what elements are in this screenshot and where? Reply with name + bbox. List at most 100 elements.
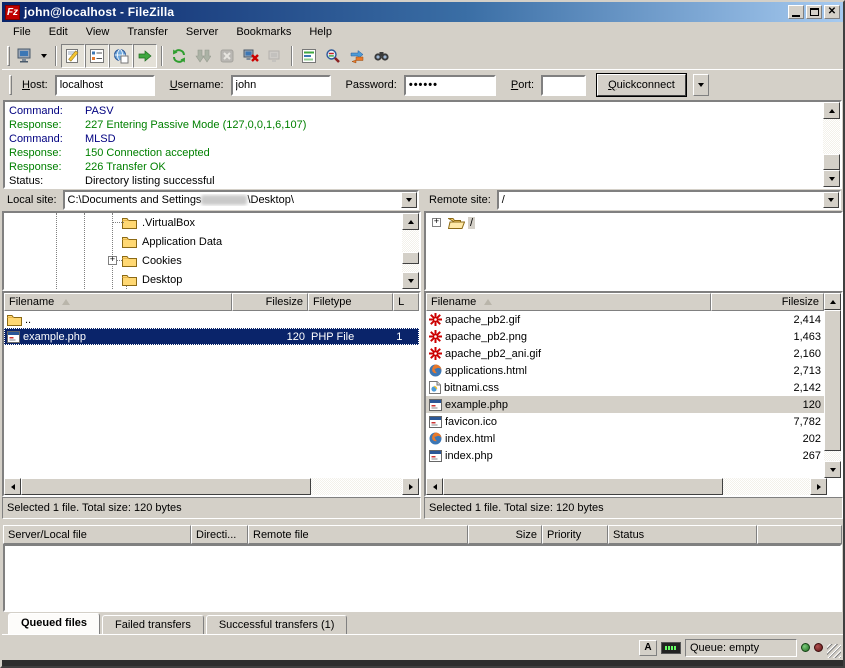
scrollbar-thumb[interactable] [21,478,311,495]
remote-tree-area[interactable]: + / [426,213,841,289]
resize-grip[interactable] [827,644,841,658]
table-row[interactable]: applications.html 2,713 [426,362,824,379]
table-row[interactable]: index.php 267 [426,447,824,464]
tree-item-label[interactable]: Cookies [140,255,184,267]
maximize-button[interactable] [806,5,822,19]
scroll-left-button[interactable] [426,478,443,495]
toggle-remote-tree-button[interactable] [109,44,133,68]
column-header-filename[interactable]: Filename [4,293,232,311]
tree-item-label[interactable]: / [468,217,475,229]
username-input[interactable] [231,75,331,96]
column-header-priority[interactable]: Priority [542,525,608,544]
tree-item-label[interactable]: Desktop [140,274,184,286]
tree-item[interactable]: - Desktop [4,270,402,289]
table-row[interactable]: bitnami.css 2,142 [426,379,824,396]
tab-failed-transfers[interactable]: Failed transfers [102,615,204,634]
cancel-operation-button[interactable] [215,44,239,68]
scroll-down-button[interactable] [824,461,841,478]
table-row[interactable]: favicon.ico 7,782 [426,413,824,430]
disconnect-button[interactable] [239,44,263,68]
menu-view[interactable]: View [77,24,119,40]
table-row[interactable]: .. [4,311,419,328]
column-header-size[interactable]: Size [468,525,542,544]
column-header-direction[interactable]: Directi... [191,525,248,544]
synchronized-browsing-button[interactable] [345,44,369,68]
queue-list[interactable] [3,544,842,612]
scroll-down-button[interactable] [823,170,840,187]
toggle-local-tree-button[interactable] [85,44,109,68]
column-header-status[interactable]: Status [608,525,757,544]
column-header-filetype[interactable]: Filetype [308,293,393,311]
titlebar[interactable]: Fz john@localhost - FileZilla ✕ [2,2,843,22]
scrollbar-thumb[interactable] [402,252,419,264]
scroll-left-button[interactable] [4,478,21,495]
process-queue-button[interactable] [191,44,215,68]
table-row-selected-inactive[interactable]: example.php 120 [426,396,824,413]
menu-bookmarks[interactable]: Bookmarks [227,24,300,40]
local-tree-area[interactable]: .VirtualBox + Application Data [4,213,402,289]
table-row[interactable]: apache_pb2.gif 2,414 [426,311,824,328]
scroll-up-button[interactable] [402,213,419,230]
column-header-remote-file[interactable]: Remote file [248,525,468,544]
expand-plus-icon[interactable]: + [108,256,117,265]
menu-file[interactable]: File [4,24,40,40]
refresh-button[interactable] [167,44,191,68]
quickconnect-button[interactable]: Quickconnect [597,74,686,96]
remote-site-combo[interactable]: / [497,190,841,210]
tree-item[interactable]: Cookies [4,251,402,270]
tree-item[interactable]: + Application Data [4,232,402,251]
scroll-right-button[interactable] [810,478,827,495]
scrollbar-thumb[interactable] [824,310,841,451]
column-header-filename[interactable]: Filename [426,293,711,311]
remote-site-dropdown-button[interactable] [823,192,839,208]
scrollbar-thumb[interactable] [823,154,840,170]
scroll-down-button[interactable] [402,272,419,289]
quickconnect-dropdown-button[interactable] [693,74,709,96]
menu-edit[interactable]: Edit [40,24,77,40]
table-row[interactable]: apache_pb2.png 1,463 [426,328,824,345]
menu-server[interactable]: Server [177,24,227,40]
host-input[interactable] [55,75,155,96]
directory-listing-filters-button[interactable] [297,44,321,68]
local-horizontal-scrollbar[interactable] [4,478,419,495]
expand-plus-icon[interactable]: + [432,218,441,227]
scrollbar-thumb[interactable] [443,478,723,495]
local-site-combo[interactable]: C:\Documents and Settings\Desktop\ [63,190,419,210]
tab-successful-transfers[interactable]: Successful transfers (1) [206,615,348,634]
local-site-dropdown-button[interactable] [401,192,417,208]
site-manager-dropdown-button[interactable] [37,44,51,68]
tree-item-label[interactable]: .VirtualBox [140,217,197,229]
table-row[interactable]: apache_pb2_ani.gif 2,160 [426,345,824,362]
port-input[interactable] [541,75,586,96]
log-vertical-scrollbar[interactable] [823,102,840,187]
remote-list-vertical-scrollbar[interactable] [824,293,841,478]
scroll-up-button[interactable] [824,293,841,310]
speed-limits-icon[interactable] [661,642,681,654]
column-header-filesize[interactable]: Filesize [711,293,824,311]
tree-item[interactable]: + / [426,213,841,232]
column-header-lastmodified[interactable]: L [393,293,419,311]
column-header-server-local-file[interactable]: Server/Local file [3,525,191,544]
directory-comparison-button[interactable] [321,44,345,68]
table-row-selected[interactable]: example.php 120 PHP File 1 [4,328,419,345]
local-tree-vertical-scrollbar[interactable] [402,213,419,289]
transfer-type-ascii-icon[interactable]: A [639,640,657,656]
local-list-body[interactable]: .. example.php 120 PHP File 1 [4,311,419,478]
tab-queued-files[interactable]: Queued files [8,613,100,634]
column-header-filesize[interactable]: Filesize [232,293,308,311]
toggle-transfer-queue-button[interactable] [133,44,157,68]
tree-item-label[interactable]: Application Data [140,236,224,248]
password-input[interactable] [404,75,496,96]
find-files-button[interactable] [369,44,393,68]
scroll-up-button[interactable] [823,102,840,119]
site-manager-button[interactable] [13,44,37,68]
scroll-right-button[interactable] [402,478,419,495]
toggle-message-log-button[interactable] [61,44,85,68]
remote-list-body[interactable]: apache_pb2.gif 2,414 apache_pb2.png 1,46… [426,311,824,478]
close-button[interactable]: ✕ [824,5,840,19]
table-row[interactable]: index.html 202 [426,430,824,447]
reconnect-button[interactable] [263,44,287,68]
menu-help[interactable]: Help [300,24,341,40]
menu-transfer[interactable]: Transfer [118,24,177,40]
minimize-button[interactable] [788,5,804,19]
